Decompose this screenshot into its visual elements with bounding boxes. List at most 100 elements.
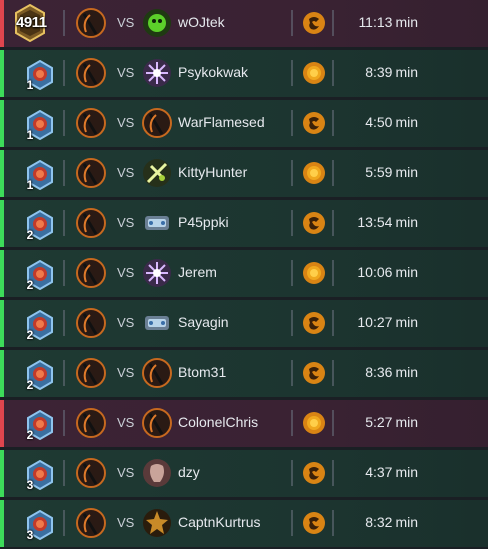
separator (63, 260, 65, 286)
opponent-name: WarFlamesed (178, 114, 265, 130)
separator (291, 110, 293, 136)
separator (332, 60, 334, 86)
rogue-hero-icon (76, 8, 106, 38)
opponent-name: P45ppki (178, 214, 229, 230)
mage-hero-icon (142, 258, 172, 288)
game-duration: 10:27 min (357, 314, 418, 330)
game-duration: 4:37 min (365, 464, 418, 480)
duration-value: 8:32 (365, 514, 393, 530)
separator (63, 10, 65, 36)
separator (63, 410, 65, 436)
rogue-hero-icon (142, 108, 172, 138)
duration-unit: min (395, 464, 418, 480)
game-row[interactable]: 2 VS ColonelChris 5:27 min (0, 400, 488, 447)
game-row[interactable]: 3 VS dzy 4:37 min (0, 450, 488, 497)
vs-label: VS (117, 515, 135, 530)
opponent-name: ColonelChris (178, 414, 259, 430)
separator (332, 310, 334, 336)
rogue-hero-icon (76, 158, 106, 188)
duration-unit: min (395, 364, 418, 380)
standard-mode-icon (302, 361, 326, 385)
rank-number: 2 (26, 428, 34, 442)
separator (291, 60, 293, 86)
standard-mode-icon (302, 11, 326, 35)
separator (291, 310, 293, 336)
opponent-name: Sayagin (178, 314, 229, 330)
separator (332, 460, 334, 486)
vs-label: VS (117, 265, 135, 280)
separator (63, 310, 65, 336)
duration-value: 10:06 (357, 264, 393, 280)
separator (291, 410, 293, 436)
game-row[interactable]: 1 VS WarFlamesed 4:50 min (0, 100, 488, 147)
standard-mode-icon (302, 311, 326, 335)
game-duration: 5:27 min (365, 414, 418, 430)
rank-badge: 2 (14, 254, 53, 292)
opponent-name: CaptnKurtrus (178, 514, 261, 530)
game-duration: 8:36 min (365, 364, 418, 380)
rank-number: 3 (26, 528, 34, 542)
rank-number: 1 (26, 78, 34, 92)
demon-hunter-hero-icon (142, 8, 172, 38)
duration-unit: min (395, 64, 418, 80)
vs-label: VS (117, 365, 135, 380)
legend-rank-badge: 4911 (14, 3, 47, 43)
rank-badge: 2 (14, 204, 53, 242)
game-row[interactable]: 4911 VS wOJtek 11:13 min (0, 0, 488, 47)
rogue-hero-icon (76, 458, 106, 488)
game-row[interactable]: 2 VS Btom31 8:36 min (0, 350, 488, 397)
game-duration: 11:13 min (358, 14, 418, 30)
duration-unit: min (395, 414, 418, 430)
game-duration: 5:59 min (365, 164, 418, 180)
wild-mode-icon (302, 261, 326, 285)
game-duration: 4:50 min (365, 114, 418, 130)
separator (63, 360, 65, 386)
rank-number: 2 (26, 328, 34, 342)
game-history-list: 4911 VS wOJtek 11:13 min 1 VS Psykokwak 8:39 min 1… (0, 0, 488, 549)
vs-label: VS (117, 415, 135, 430)
standard-mode-icon (302, 111, 326, 135)
warlock-hero-icon (142, 508, 172, 538)
rogue-hero-icon (76, 508, 106, 538)
vs-label: VS (117, 15, 135, 30)
hunter-hero-icon (142, 158, 172, 188)
separator (63, 460, 65, 486)
rank-number: 1 (26, 128, 34, 142)
standard-mode-icon (302, 461, 326, 485)
rogue-hero-icon (76, 358, 106, 388)
game-duration: 8:39 min (365, 64, 418, 80)
separator (291, 10, 293, 36)
separator (63, 510, 65, 536)
duration-value: 8:36 (365, 364, 393, 380)
rogue-hero-icon (142, 408, 172, 438)
game-row[interactable]: 1 VS Psykokwak 8:39 min (0, 50, 488, 97)
duration-value: 13:54 (357, 214, 393, 230)
game-row[interactable]: 2 VS Jerem 10:06 min (0, 250, 488, 297)
separator (63, 160, 65, 186)
game-duration: 10:06 min (357, 264, 418, 280)
rank-number: 2 (26, 228, 34, 242)
rank-number: 2 (26, 378, 34, 392)
game-row[interactable]: 3 VS CaptnKurtrus 8:32 min (0, 500, 488, 547)
duration-value: 10:27 (357, 314, 393, 330)
separator (291, 210, 293, 236)
opponent-name: wOJtek (178, 14, 225, 30)
rogue-hero-icon (76, 58, 106, 88)
mage-hero-icon (142, 58, 172, 88)
separator (291, 160, 293, 186)
wild-mode-icon (302, 161, 326, 185)
separator (291, 260, 293, 286)
game-row[interactable]: 1 VS KittyHunter 5:59 min (0, 150, 488, 197)
duration-value: 4:50 (365, 114, 393, 130)
duration-unit: min (395, 264, 418, 280)
opponent-name: KittyHunter (178, 164, 248, 180)
rogue-hero-icon (76, 308, 106, 338)
separator (63, 60, 65, 86)
vs-label: VS (117, 465, 135, 480)
game-row[interactable]: 2 VS Sayagin 10:27 min (0, 300, 488, 347)
rogue-hero-icon (76, 408, 106, 438)
vs-label: VS (117, 115, 135, 130)
rank-number: 3 (26, 478, 34, 492)
game-row[interactable]: 2 VS P45ppki 13:54 min (0, 200, 488, 247)
duration-unit: min (395, 114, 418, 130)
